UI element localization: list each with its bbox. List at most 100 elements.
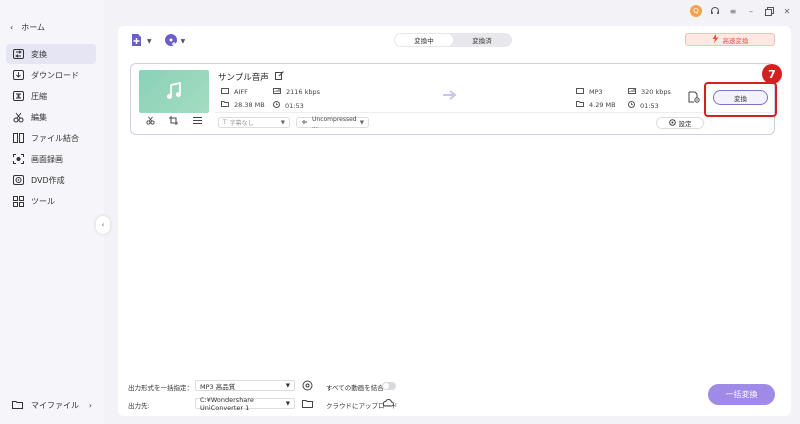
sidebar-item-label: ファイル結合 [31, 133, 79, 143]
bitrate-icon [628, 88, 636, 96]
tools-icon [12, 195, 24, 207]
download-icon [12, 69, 24, 81]
sidebar: ‹ ホーム 変換 ダウンロード 圧縮 編集 ファイル結合 画面録画 DVD作成 … [0, 0, 104, 424]
lightning-icon [712, 34, 719, 45]
chevron-left-icon: ‹ [10, 22, 14, 32]
compress-icon [12, 90, 24, 102]
target-bitrate-value: 320 kbps [641, 88, 671, 96]
annotation-highlight [704, 82, 777, 117]
sidebar-item-label: DVD作成 [31, 175, 65, 185]
output-format-select[interactable]: MP3 高品質 ▼ [195, 380, 295, 391]
subtitle-select[interactable]: T 字幕なし ▼ [218, 117, 290, 128]
target-size: 4.29 MB [576, 101, 616, 109]
sidebar-item-compress[interactable]: 圧縮 [6, 86, 96, 106]
audio-track-value: Uncompressed ... [312, 115, 357, 130]
file-title: サンプル音声 [218, 71, 284, 83]
annotation-step-badge: 7 [762, 64, 782, 84]
home-label: ホーム [21, 22, 45, 32]
folder-icon [12, 400, 23, 411]
file-format-icon [576, 88, 584, 96]
sidebar-item-download[interactable]: ダウンロード [6, 65, 96, 85]
source-duration: 01:53 [273, 101, 304, 110]
format-settings-icon[interactable] [302, 380, 313, 393]
source-format-value: AIFF [234, 88, 248, 96]
sidebar-item-label: 変換 [31, 49, 47, 59]
sidebar-item-label: 圧縮 [31, 91, 47, 101]
audio-track-select[interactable]: Uncompressed ... ▼ [296, 115, 369, 130]
sidebar-item-dvd[interactable]: DVD作成 [6, 170, 96, 190]
nav-list: 変換 ダウンロード 圧縮 編集 ファイル結合 画面録画 DVD作成 ツール [6, 44, 96, 212]
clock-icon [628, 101, 635, 110]
file-name: サンプル音声 [218, 73, 269, 83]
add-disc-icon [164, 33, 178, 49]
chevron-down-icon: ▼ [280, 119, 285, 126]
edit-scissors-icon [12, 111, 24, 123]
folder-icon [221, 101, 229, 109]
settings-button[interactable]: 設定 [656, 117, 704, 129]
folder-icon [576, 101, 584, 109]
sidebar-item-merge[interactable]: ファイル結合 [6, 128, 96, 148]
output-dir-select[interactable]: C:¥Wondershare UniConverter 1 ▼ [195, 395, 295, 412]
convert-arrow-icon [443, 90, 457, 102]
card-divider [215, 112, 771, 113]
convert-all-button[interactable]: 一括変換 [708, 384, 775, 405]
crop-icon[interactable] [169, 116, 179, 127]
merge-all-label: すべての動画を結合 [326, 384, 384, 392]
source-duration-value: 01:53 [285, 101, 304, 110]
sidebar-collapse-button[interactable]: ‹ [96, 216, 110, 234]
source-size: 28.38 MB [221, 101, 265, 109]
tab-converted[interactable]: 変換済 [453, 34, 511, 46]
sidebar-item-convert[interactable]: 変換 [6, 44, 96, 64]
sidebar-item-edit[interactable]: 編集 [6, 107, 96, 127]
chevron-down-icon: ▼ [285, 400, 290, 407]
merge-icon [12, 132, 24, 144]
titlebar-controls: Q ≡ – ✕ [690, 4, 792, 18]
dvd-icon [12, 174, 24, 186]
add-from-device-button[interactable]: ▼ [164, 33, 185, 49]
file-thumbnail[interactable] [139, 70, 209, 113]
add-file-button[interactable]: ▼ [130, 33, 152, 49]
merge-all-toggle[interactable] [382, 382, 396, 390]
high-speed-convert-button[interactable]: 高速変換 [685, 33, 775, 46]
status-tabs: 変換中 変換済 [394, 33, 512, 47]
sidebar-item-label: 編集 [31, 112, 47, 122]
target-size-value: 4.29 MB [589, 101, 616, 109]
output-format-value: MP3 高品質 [200, 382, 236, 391]
tab-converting[interactable]: 変換中 [395, 34, 453, 46]
rename-edit-icon[interactable] [274, 71, 284, 83]
convert-icon [12, 48, 24, 60]
restore-icon[interactable] [764, 6, 774, 16]
sidebar-item-label: ツール [31, 196, 55, 206]
sidebar-item-screen-record[interactable]: 画面録画 [6, 149, 96, 169]
thumbnail-tools [139, 116, 209, 127]
my-files-link[interactable]: マイファイル › [6, 396, 96, 414]
source-bitrate-value: 2116 kbps [286, 88, 321, 96]
my-files-label: マイファイル [31, 400, 79, 410]
account-avatar-icon[interactable]: Q [690, 5, 702, 17]
menu-icon[interactable]: ≡ [728, 6, 738, 16]
chevron-down-icon: ▼ [285, 382, 290, 389]
clock-icon [273, 101, 280, 110]
settings-label: 設定 [678, 120, 692, 128]
add-file-icon [130, 33, 144, 49]
open-folder-icon[interactable] [302, 399, 313, 410]
trim-scissors-icon[interactable] [146, 116, 155, 127]
main-panel: ▼ ▼ 変換中 変換済 高速変換 サンプル音声 AIFF 2116 kbps 2… [118, 26, 791, 416]
cloud-upload-icon[interactable] [382, 398, 394, 409]
output-settings-icon[interactable] [688, 91, 700, 105]
bitrate-icon [273, 88, 281, 96]
home-link[interactable]: ‹ ホーム [10, 21, 45, 33]
output-dir-value: C:¥Wondershare UniConverter 1 [200, 395, 254, 412]
source-format: AIFF [221, 88, 248, 96]
target-bitrate: 320 kbps [628, 88, 671, 96]
target-format-value: MP3 [589, 88, 603, 96]
effects-list-icon[interactable] [192, 116, 202, 127]
minimize-icon[interactable]: – [746, 6, 756, 16]
output-format-label: 出力形式を一括指定： [128, 384, 193, 392]
support-headset-icon[interactable] [710, 6, 720, 16]
chevron-left-icon: ‹ [101, 221, 105, 229]
chevron-down-icon: ▼ [147, 37, 152, 45]
target-duration-value: 01:53 [640, 101, 659, 110]
close-icon[interactable]: ✕ [782, 6, 792, 16]
sidebar-item-tools[interactable]: ツール [6, 191, 96, 211]
